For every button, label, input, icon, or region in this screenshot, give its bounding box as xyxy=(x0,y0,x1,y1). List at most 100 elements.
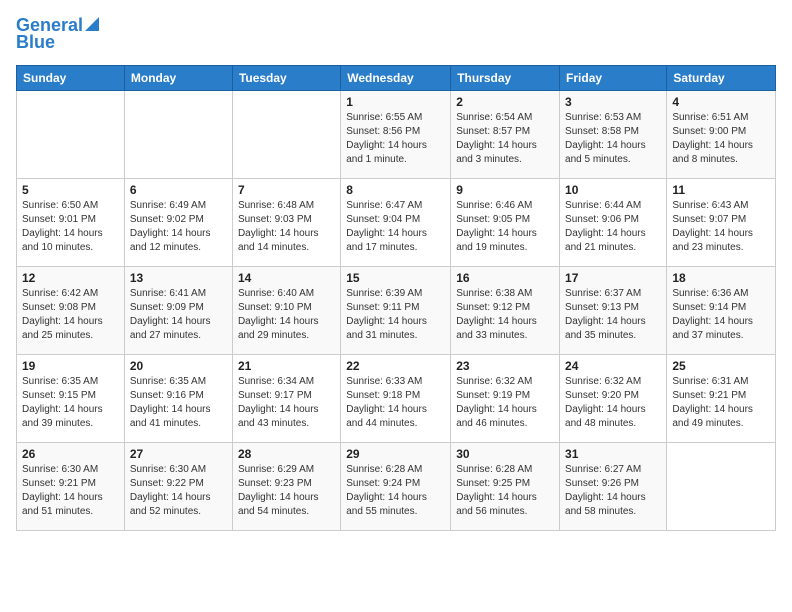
day-number: 21 xyxy=(238,359,335,373)
day-number: 24 xyxy=(565,359,661,373)
calendar-cell: 4 Sunrise: 6:51 AM Sunset: 9:00 PM Daylig… xyxy=(667,90,776,178)
day-number: 3 xyxy=(565,95,661,109)
calendar-cell: 2Sunrise: 6:54 AM Sunset: 8:57 PM Daylig… xyxy=(451,90,560,178)
day-info: Sunrise: 6:37 AM Sunset: 9:13 PM Dayligh… xyxy=(565,287,661,343)
weekday-header: Sunday xyxy=(17,65,125,90)
weekday-header: Friday xyxy=(560,65,667,90)
day-info: Sunrise: 6:54 AM Sunset: 8:57 PM Dayligh… xyxy=(456,111,554,167)
day-info: Sunrise: 6:40 AM Sunset: 9:10 PM Dayligh… xyxy=(238,287,335,343)
day-number: 16 xyxy=(456,271,554,285)
day-number: 15 xyxy=(346,271,445,285)
day-info: Sunrise: 6:32 AM Sunset: 9:19 PM Dayligh… xyxy=(456,375,554,431)
calendar-cell: 15 Sunrise: 6:39 AM Sunset: 9:11 PM Dayli… xyxy=(341,266,451,354)
day-number: 18 xyxy=(672,271,770,285)
day-number: 23 xyxy=(456,359,554,373)
day-info: Sunrise: 6:29 AM Sunset: 9:23 PM Dayligh… xyxy=(238,463,335,519)
day-info: Sunrise: 6:30 AM Sunset: 9:22 PM Dayligh… xyxy=(130,463,227,519)
calendar-cell: 1 Sunrise: 6:55 AM Sunset: 8:56 PM Daylig… xyxy=(341,90,451,178)
weekday-header: Monday xyxy=(124,65,232,90)
day-info: Sunrise: 6:36 AM Sunset: 9:14 PM Dayligh… xyxy=(672,287,770,343)
day-info: Sunrise: 6:41 AM Sunset: 9:09 PM Dayligh… xyxy=(130,287,227,343)
day-info: Sunrise: 6:27 AM Sunset: 9:26 PM Dayligh… xyxy=(565,463,661,519)
logo-icon xyxy=(85,17,99,31)
calendar-cell: 3 Sunrise: 6:53 AM Sunset: 8:58 PM Daylig… xyxy=(560,90,667,178)
calendar-cell: 18 Sunrise: 6:36 AM Sunset: 9:14 PM Dayli… xyxy=(667,266,776,354)
calendar-cell: 14 Sunrise: 6:40 AM Sunset: 9:10 PM Dayli… xyxy=(232,266,340,354)
day-number: 7 xyxy=(238,183,335,197)
calendar-cell: 31Sunrise: 6:27 AM Sunset: 9:26 PM Dayli… xyxy=(560,442,667,530)
calendar-cell: 29 Sunrise: 6:28 AM Sunset: 9:24 PM Dayli… xyxy=(341,442,451,530)
weekday-header: Wednesday xyxy=(341,65,451,90)
day-info: Sunrise: 6:34 AM Sunset: 9:17 PM Dayligh… xyxy=(238,375,335,431)
calendar-cell xyxy=(667,442,776,530)
day-number: 9 xyxy=(456,183,554,197)
calendar-cell: 9 Sunrise: 6:46 AM Sunset: 9:05 PM Daylig… xyxy=(451,178,560,266)
day-number: 14 xyxy=(238,271,335,285)
calendar-cell: 11 Sunrise: 6:43 AM Sunset: 9:07 PM Dayli… xyxy=(667,178,776,266)
calendar-body: 1 Sunrise: 6:55 AM Sunset: 8:56 PM Daylig… xyxy=(17,90,776,530)
calendar-cell: 17 Sunrise: 6:37 AM Sunset: 9:13 PM Dayli… xyxy=(560,266,667,354)
day-info: Sunrise: 6:32 AM Sunset: 9:20 PM Dayligh… xyxy=(565,375,661,431)
calendar-cell: 10 Sunrise: 6:44 AM Sunset: 9:06 PM Dayli… xyxy=(560,178,667,266)
calendar-week-row: 5 Sunrise: 6:50 AM Sunset: 9:01 PM Daylig… xyxy=(17,178,776,266)
day-number: 5 xyxy=(22,183,119,197)
calendar-week-row: 12 Sunrise: 6:42 AM Sunset: 9:08 PM Dayli… xyxy=(17,266,776,354)
day-info: Sunrise: 6:47 AM Sunset: 9:04 PM Dayligh… xyxy=(346,199,445,255)
calendar-cell: 13 Sunrise: 6:41 AM Sunset: 9:09 PM Dayli… xyxy=(124,266,232,354)
calendar-cell: 8 Sunrise: 6:47 AM Sunset: 9:04 PM Daylig… xyxy=(341,178,451,266)
calendar-cell: 12 Sunrise: 6:42 AM Sunset: 9:08 PM Dayli… xyxy=(17,266,125,354)
day-number: 13 xyxy=(130,271,227,285)
day-number: 11 xyxy=(672,183,770,197)
day-number: 10 xyxy=(565,183,661,197)
day-number: 4 xyxy=(672,95,770,109)
day-info: Sunrise: 6:33 AM Sunset: 9:18 PM Dayligh… xyxy=(346,375,445,431)
day-number: 29 xyxy=(346,447,445,461)
weekday-header: Saturday xyxy=(667,65,776,90)
day-number: 30 xyxy=(456,447,554,461)
calendar-cell: 20Sunrise: 6:35 AM Sunset: 9:16 PM Dayli… xyxy=(124,354,232,442)
calendar-table: SundayMondayTuesdayWednesdayThursdayFrid… xyxy=(16,65,776,531)
day-info: Sunrise: 6:28 AM Sunset: 9:24 PM Dayligh… xyxy=(346,463,445,519)
calendar-cell: 21 Sunrise: 6:34 AM Sunset: 9:17 PM Dayli… xyxy=(232,354,340,442)
calendar-cell: 7Sunrise: 6:48 AM Sunset: 9:03 PM Daylig… xyxy=(232,178,340,266)
calendar-cell: 19 Sunrise: 6:35 AM Sunset: 9:15 PM Dayli… xyxy=(17,354,125,442)
day-info: Sunrise: 6:51 AM Sunset: 9:00 PM Dayligh… xyxy=(672,111,770,167)
day-info: Sunrise: 6:30 AM Sunset: 9:21 PM Dayligh… xyxy=(22,463,119,519)
calendar-cell: 5 Sunrise: 6:50 AM Sunset: 9:01 PM Daylig… xyxy=(17,178,125,266)
calendar-week-row: 19 Sunrise: 6:35 AM Sunset: 9:15 PM Dayli… xyxy=(17,354,776,442)
calendar-header: SundayMondayTuesdayWednesdayThursdayFrid… xyxy=(17,65,776,90)
day-number: 12 xyxy=(22,271,119,285)
page-header: General Blue xyxy=(16,16,776,53)
day-number: 6 xyxy=(130,183,227,197)
day-number: 27 xyxy=(130,447,227,461)
day-number: 17 xyxy=(565,271,661,285)
calendar-cell: 16 Sunrise: 6:38 AM Sunset: 9:12 PM Dayli… xyxy=(451,266,560,354)
day-info: Sunrise: 6:39 AM Sunset: 9:11 PM Dayligh… xyxy=(346,287,445,343)
day-info: Sunrise: 6:31 AM Sunset: 9:21 PM Dayligh… xyxy=(672,375,770,431)
day-info: Sunrise: 6:55 AM Sunset: 8:56 PM Dayligh… xyxy=(346,111,445,167)
day-number: 22 xyxy=(346,359,445,373)
day-number: 1 xyxy=(346,95,445,109)
weekday-header: Tuesday xyxy=(232,65,340,90)
day-info: Sunrise: 6:35 AM Sunset: 9:15 PM Dayligh… xyxy=(22,375,119,431)
calendar-cell: 30 Sunrise: 6:28 AM Sunset: 9:25 PM Dayli… xyxy=(451,442,560,530)
day-info: Sunrise: 6:43 AM Sunset: 9:07 PM Dayligh… xyxy=(672,199,770,255)
day-info: Sunrise: 6:44 AM Sunset: 9:06 PM Dayligh… xyxy=(565,199,661,255)
day-info: Sunrise: 6:38 AM Sunset: 9:12 PM Dayligh… xyxy=(456,287,554,343)
day-info: Sunrise: 6:42 AM Sunset: 9:08 PM Dayligh… xyxy=(22,287,119,343)
day-info: Sunrise: 6:50 AM Sunset: 9:01 PM Dayligh… xyxy=(22,199,119,255)
day-info: Sunrise: 6:53 AM Sunset: 8:58 PM Dayligh… xyxy=(565,111,661,167)
calendar-cell: 25Sunrise: 6:31 AM Sunset: 9:21 PM Dayli… xyxy=(667,354,776,442)
day-info: Sunrise: 6:46 AM Sunset: 9:05 PM Dayligh… xyxy=(456,199,554,255)
day-info: Sunrise: 6:28 AM Sunset: 9:25 PM Dayligh… xyxy=(456,463,554,519)
day-number: 26 xyxy=(22,447,119,461)
day-number: 20 xyxy=(130,359,227,373)
day-number: 19 xyxy=(22,359,119,373)
day-info: Sunrise: 6:49 AM Sunset: 9:02 PM Dayligh… xyxy=(130,199,227,255)
calendar-cell: 22 Sunrise: 6:33 AM Sunset: 9:18 PM Dayli… xyxy=(341,354,451,442)
calendar-cell: 28Sunrise: 6:29 AM Sunset: 9:23 PM Dayli… xyxy=(232,442,340,530)
calendar-cell: 24 Sunrise: 6:32 AM Sunset: 9:20 PM Dayli… xyxy=(560,354,667,442)
day-number: 8 xyxy=(346,183,445,197)
logo: General Blue xyxy=(16,16,99,53)
calendar-cell xyxy=(232,90,340,178)
